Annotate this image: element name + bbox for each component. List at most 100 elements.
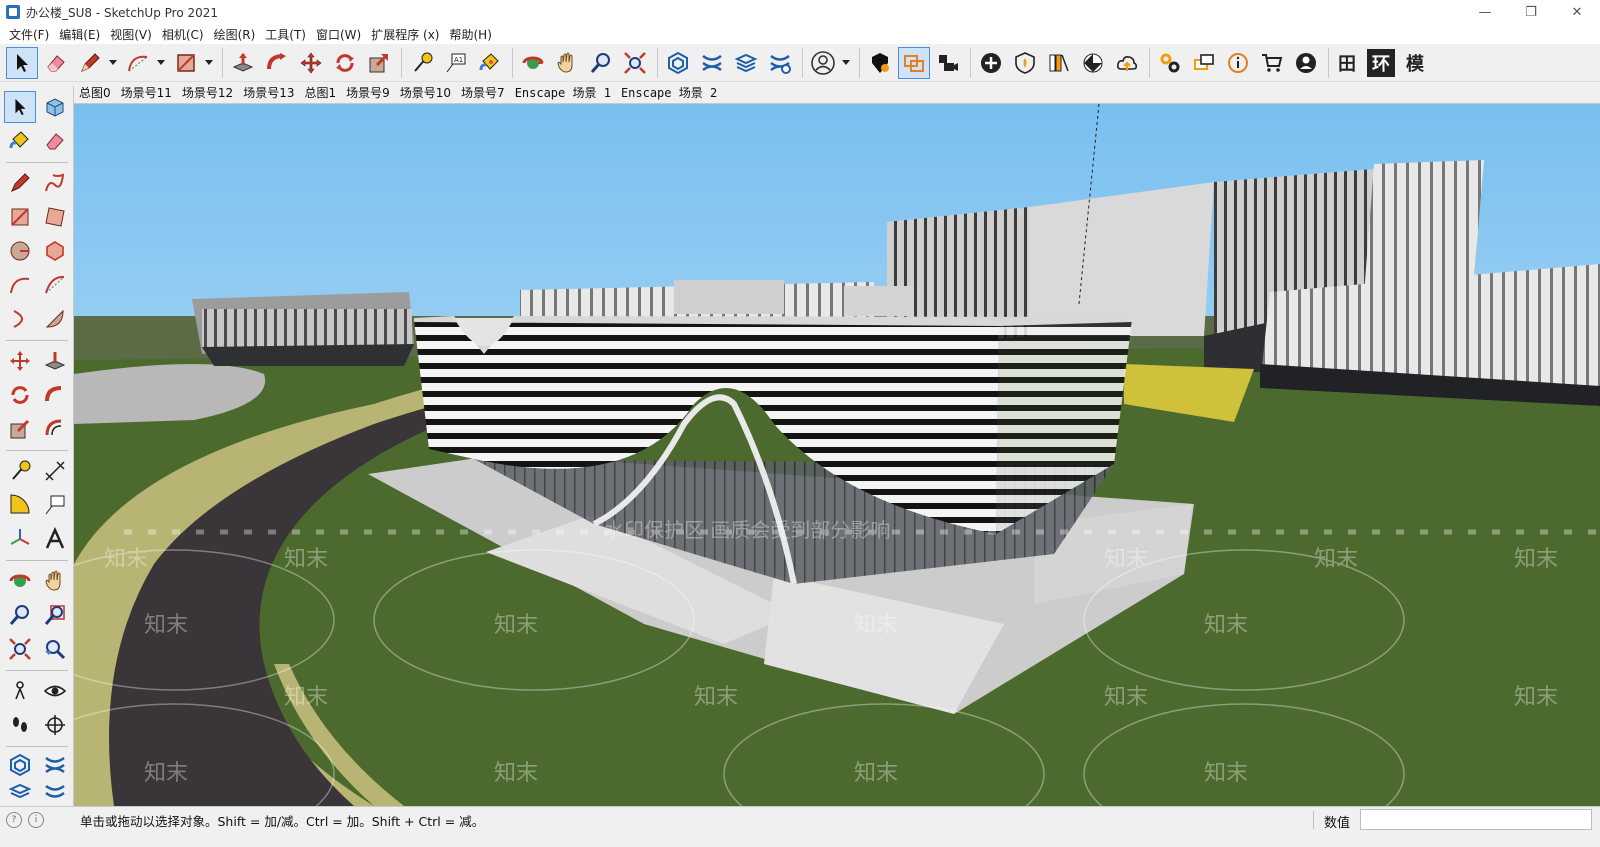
follow-me-button[interactable] (39, 379, 71, 411)
rectangle-tool-dropdown[interactable] (204, 47, 214, 79)
zoom-button[interactable] (585, 47, 617, 79)
polygon-tool-button[interactable] (39, 235, 71, 267)
model-viewport[interactable]: 水印保护区 画质会受到部分影响 知末 知末 知末 知末 知末 知末 知末 知末 … (74, 104, 1600, 806)
push-pull-button[interactable] (39, 345, 71, 377)
position-camera-button[interactable] (4, 675, 36, 707)
select-tool-button[interactable] (3, 91, 36, 123)
line-tool-button[interactable] (4, 167, 36, 199)
zoom-button[interactable] (4, 599, 36, 631)
look-around-button[interactable] (39, 675, 71, 707)
account-button[interactable] (807, 47, 839, 79)
line-tool-button[interactable] (74, 47, 106, 79)
enscape-settings-button[interactable] (1154, 47, 1186, 79)
warehouse-button[interactable] (662, 47, 694, 79)
text-tool-button[interactable]: A1 (440, 47, 472, 79)
menu-camera[interactable]: 相机(C) (157, 26, 209, 43)
scene-tab[interactable]: 场景号11 (116, 84, 177, 101)
sync-button[interactable] (898, 46, 930, 79)
walk-button[interactable] (4, 709, 36, 741)
circle-tool-button[interactable] (4, 235, 36, 267)
rotate-tool-button[interactable] (329, 47, 361, 79)
scene-tab[interactable]: 场景号13 (238, 84, 299, 101)
scene-tab[interactable]: Enscape 场景 2 (616, 84, 722, 101)
zoom-window-button[interactable] (39, 599, 71, 631)
scene-tab[interactable]: 场景号12 (177, 84, 238, 101)
select-tool-button[interactable] (6, 46, 38, 79)
push-pull-button[interactable] (227, 47, 259, 79)
menu-help[interactable]: 帮助(H) (444, 26, 496, 43)
instructor-icon[interactable] (50, 812, 66, 828)
menu-file[interactable]: 文件(F) (4, 26, 54, 43)
tape-measure-button[interactable] (4, 455, 36, 487)
warehouse-button[interactable] (4, 749, 36, 781)
pan-button[interactable] (39, 565, 71, 597)
rotate-tool-button[interactable] (4, 379, 36, 411)
3d-text-button[interactable] (39, 523, 71, 555)
extension-manager-button[interactable] (764, 47, 796, 79)
freehand-tool-button[interactable] (39, 167, 71, 199)
eraser-tool-button[interactable] (40, 47, 72, 79)
eraser-tool-button[interactable] (39, 125, 71, 157)
arc-tool-button[interactable] (122, 47, 154, 79)
text-tool-button[interactable] (39, 489, 71, 521)
scene-tab[interactable]: 场景号7 (456, 84, 510, 101)
extension-warehouse-button[interactable] (696, 47, 728, 79)
layout-button[interactable] (4, 780, 36, 806)
layout-button[interactable] (730, 47, 762, 79)
rectangle-tool-button[interactable] (4, 201, 36, 233)
scale-tool-button[interactable] (4, 413, 36, 445)
section-plane-button[interactable] (39, 709, 71, 741)
extension-manager-button[interactable] (39, 780, 71, 806)
three-point-arc-button[interactable] (4, 303, 36, 335)
close-button[interactable]: ✕ (1554, 0, 1600, 24)
arc-tool-button[interactable] (4, 269, 36, 301)
move-tool-button[interactable] (295, 47, 327, 79)
orbit-button[interactable] (517, 47, 549, 79)
measurements-input[interactable] (1360, 809, 1592, 830)
maximize-button[interactable]: ❐ (1508, 0, 1554, 24)
axes-tool-button[interactable] (4, 523, 36, 555)
move-tool-button[interactable] (4, 345, 36, 377)
menu-draw[interactable]: 绘图(R) (209, 26, 261, 43)
protractor-button[interactable] (4, 489, 36, 521)
scene-tab[interactable]: 总图1 (299, 84, 341, 101)
menu-tools[interactable]: 工具(T) (260, 26, 311, 43)
offset-tool-button[interactable] (39, 413, 71, 445)
pie-tool-button[interactable] (39, 303, 71, 335)
rectangle-tool-button[interactable] (170, 47, 202, 79)
orbit-button[interactable] (4, 565, 36, 597)
menu-window[interactable]: 窗口(W) (311, 26, 366, 43)
environment-plugin-button[interactable]: 环 (1367, 48, 1395, 77)
scale-tool-button[interactable] (363, 47, 395, 79)
model-plugin-button[interactable]: 模 (1401, 49, 1429, 77)
scene-tab[interactable]: 场景号9 (341, 84, 395, 101)
two-point-arc-button[interactable] (39, 269, 71, 301)
geolocation-icon[interactable]: ? (6, 812, 22, 828)
account-dropdown[interactable] (841, 47, 851, 79)
enscape-upload-button[interactable] (1111, 47, 1143, 79)
paint-bucket-button[interactable] (474, 47, 506, 79)
credits-icon[interactable]: i (28, 812, 44, 828)
enscape-about-button[interactable] (1222, 47, 1254, 79)
grid-plugin-button[interactable]: 田 (1333, 49, 1361, 77)
pan-button[interactable] (551, 47, 583, 79)
follow-me-button[interactable] (261, 47, 293, 79)
zoom-extents-button[interactable] (4, 633, 36, 665)
video-export-button[interactable] (932, 47, 964, 79)
previous-view-button[interactable] (39, 633, 71, 665)
rotated-rectangle-button[interactable] (39, 201, 71, 233)
line-tool-dropdown[interactable] (108, 47, 118, 79)
enscape-feedback-button[interactable] (1188, 47, 1220, 79)
dimension-tool-button[interactable] (39, 455, 71, 487)
minimize-button[interactable]: — (1462, 0, 1508, 24)
menu-extensions[interactable]: 扩展程序 (x) (366, 26, 444, 43)
enscape-live-button[interactable] (1009, 47, 1041, 79)
enscape-render-button[interactable] (1077, 47, 1109, 79)
make-component-button[interactable] (39, 91, 71, 123)
scene-tab[interactable]: Enscape 场景 1 (510, 84, 616, 101)
tape-measure-button[interactable] (406, 47, 438, 79)
menu-view[interactable]: 视图(V) (105, 26, 157, 43)
enscape-start-button[interactable] (975, 47, 1007, 79)
extension-warehouse-button[interactable] (39, 749, 71, 781)
scene-tab[interactable]: 总图0 (74, 84, 116, 101)
